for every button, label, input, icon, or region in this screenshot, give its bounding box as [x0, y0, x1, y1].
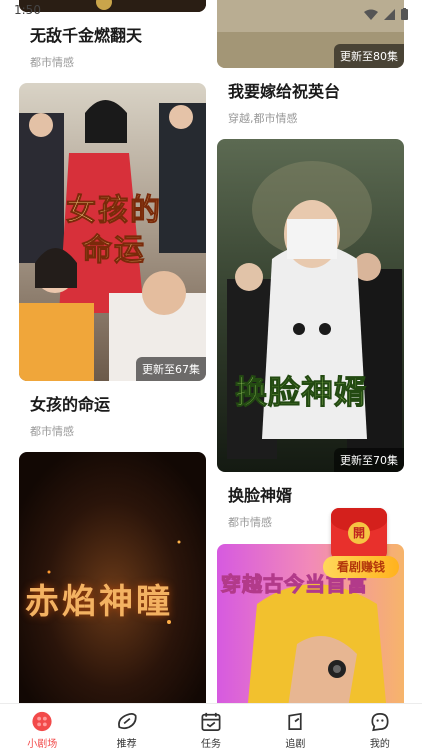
follow-icon — [288, 712, 303, 731]
drama-cover[interactable]: 换脸神婿 更新至70集 — [217, 139, 404, 472]
watch-earn-promo[interactable]: 開 看剧赚钱 — [323, 508, 399, 580]
tab-label: 任务 — [201, 739, 222, 750]
tab-label: 我的 — [369, 739, 390, 750]
theater-icon — [32, 711, 52, 732]
battery-icon — [401, 5, 408, 24]
task-icon — [201, 712, 221, 731]
episode-badge: 更新至70集 — [334, 448, 404, 472]
signal-icon — [384, 5, 395, 24]
feed-column-right: 更新至80集 我要嫁给祝英台 穿越,都市情感 换脸神婿 更新至70集 换脸神婿 … — [217, 0, 404, 703]
drama-feed[interactable]: 无敌千金燃翻天 都市情感 女孩的命运 更新至67集 女孩的命运 都市情感 赤焰神… — [0, 0, 422, 703]
cover-title-art: 换脸神婿 — [234, 373, 368, 412]
tab-follow[interactable]: 追剧 — [253, 704, 337, 750]
tab-label: 追剧 — [285, 739, 306, 750]
drama-cover[interactable]: 赤焰神瞳 — [19, 452, 206, 703]
tab-task[interactable]: 任务 — [169, 704, 253, 750]
cover-title-art: 女孩的命运 — [66, 193, 162, 269]
feed-column-left: 无敌千金燃翻天 都市情感 女孩的命运 更新至67集 女孩的命运 都市情感 赤焰神… — [19, 0, 206, 703]
drama-tag: 都市情感 — [30, 425, 74, 438]
drama-cover[interactable]: 女孩的命运 更新至67集 — [19, 83, 206, 381]
cover-title-art: 赤焰神瞳 — [25, 582, 173, 622]
watch-earn-label[interactable]: 看剧赚钱 — [323, 556, 399, 578]
drama-title[interactable]: 无敌千金燃翻天 — [19, 22, 206, 46]
profile-icon — [371, 712, 389, 732]
drama-card[interactable]: 赤焰神瞳 — [19, 452, 206, 703]
tab-profile[interactable]: 我的 — [338, 704, 422, 750]
recommend-icon — [117, 712, 137, 730]
drama-tag: 穿越,都市情感 — [228, 112, 298, 125]
drama-title[interactable]: 我要嫁给祝英台 — [217, 78, 404, 102]
drama-card[interactable]: 女孩的命运 更新至67集 女孩的命运 都市情感 — [19, 83, 206, 439]
red-envelope-icon[interactable]: 開 — [331, 508, 387, 560]
bottom-tab-bar: 小剧场 推荐 任务 追剧 我的 — [0, 703, 422, 750]
tab-label: 推荐 — [116, 739, 137, 750]
status-time: 1:50 — [14, 3, 41, 17]
episode-badge: 更新至80集 — [334, 44, 404, 68]
drama-title[interactable]: 女孩的命运 — [19, 391, 206, 415]
status-icons — [364, 5, 408, 24]
tab-recommend[interactable]: 推荐 — [84, 704, 168, 750]
drama-card[interactable]: 换脸神婿 更新至70集 换脸神婿 都市情感 — [217, 139, 404, 530]
episode-badge: 更新至67集 — [136, 357, 206, 381]
drama-tag: 都市情感 — [30, 56, 74, 69]
tab-label: 小剧场 — [27, 739, 58, 750]
tab-theater[interactable]: 小剧场 — [0, 704, 84, 750]
wifi-icon — [364, 5, 378, 24]
drama-title[interactable]: 换脸神婿 — [217, 482, 404, 506]
status-bar: 1:50 — [0, 0, 422, 22]
envelope-seal: 開 — [348, 522, 370, 544]
